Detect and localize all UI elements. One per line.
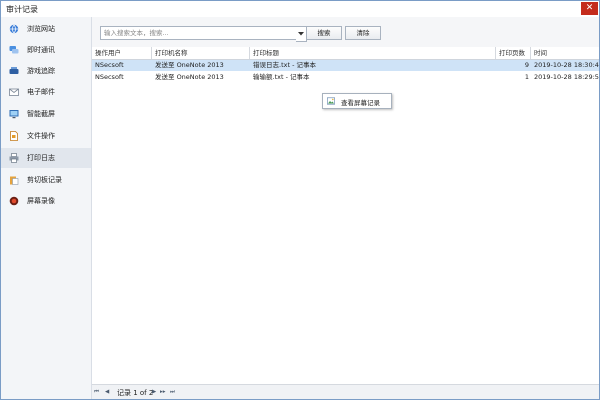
image-icon [327, 97, 335, 105]
record-position-label: 记录 1 of 2 [117, 389, 154, 397]
table-header: 操作用户 打印机名称 打印标题 打印页数 时间 [92, 47, 599, 60]
audit-window: 审计记录 ✕ 浏览网站 即时通讯 游戏追踪 电子邮件 智能截屏 文件操作 打印日… [0, 0, 600, 400]
cell-title: 错误日志.txt - 记事本 [253, 61, 316, 69]
clear-button[interactable]: 清除 [345, 26, 381, 40]
column-header-printer[interactable]: 打印机名称 [152, 47, 250, 59]
sidebar-item-label: 智能截屏 [27, 110, 55, 118]
game-icon [9, 67, 19, 74]
sidebar-item-file-operations[interactable]: 文件操作 [1, 126, 91, 146]
cell-user: NSecsoft [95, 73, 124, 81]
clipboard-icon [10, 176, 19, 185]
pagination-bar: ⏮ ◀ 记录 1 of 2 ▶ ▸▸ ⏭ [92, 384, 599, 399]
column-header-title[interactable]: 打印标题 [250, 47, 496, 59]
sidebar-item-smart-screenshot[interactable]: 智能截屏 [1, 104, 91, 124]
next-page-button[interactable]: ▸▸ [160, 389, 166, 395]
sidebar-item-label: 屏幕录像 [27, 197, 55, 205]
record-icon [9, 196, 19, 206]
sidebar-item-label: 文件操作 [27, 132, 55, 140]
table-row[interactable]: NSecsoft 发送至 OneNote 2013 错误日志.txt - 记事本… [92, 60, 599, 71]
sidebar: 浏览网站 即时通讯 游戏追踪 电子邮件 智能截屏 文件操作 打印日志 剪切板记录… [1, 17, 92, 399]
column-header-user[interactable]: 操作用户 [92, 47, 152, 59]
globe-icon [9, 24, 19, 34]
print-log-table: 操作用户 打印机名称 打印标题 打印页数 时间 NSecsoft 发送至 One… [92, 47, 599, 399]
sidebar-item-label: 游戏追踪 [27, 67, 55, 75]
context-menu-label: 查看屏幕记录 [341, 99, 380, 107]
sidebar-item-label: 电子邮件 [27, 88, 55, 96]
window-title: 审计记录 [6, 5, 38, 14]
file-icon [10, 131, 18, 141]
previous-record-button[interactable]: ◀ [105, 389, 109, 395]
sidebar-item-clipboard-records[interactable]: 剪切板记录 [1, 170, 91, 190]
cell-printer: 发送至 OneNote 2013 [155, 73, 224, 81]
next-record-button[interactable]: ▶ [152, 389, 156, 395]
cell-pages: 9 [524, 61, 529, 69]
sidebar-item-screen-recording[interactable]: 屏幕录像 [1, 191, 91, 211]
close-button[interactable]: ✕ [581, 2, 598, 15]
last-record-button[interactable]: ⏭ [170, 389, 175, 396]
cell-time: 2019-10-28 18:30:45 [534, 61, 599, 69]
mail-icon [9, 88, 19, 96]
screenshot-icon [9, 110, 19, 119]
sidebar-item-label: 浏览网站 [27, 25, 55, 33]
sidebar-item-print-log[interactable]: 打印日志 [1, 148, 91, 168]
printer-icon [9, 153, 19, 163]
cell-pages: 1 [524, 73, 529, 81]
column-header-pages[interactable]: 打印页数 [496, 47, 531, 59]
sidebar-item-label: 剪切板记录 [27, 176, 62, 184]
search-input[interactable]: 输入搜索文本，搜索... [100, 26, 301, 40]
search-button[interactable]: 搜索 [306, 26, 342, 40]
table-row[interactable]: NSecsoft 发送至 OneNote 2013 输输额.txt - 记事本 … [92, 72, 599, 83]
chevron-down-icon [298, 32, 304, 36]
sidebar-item-browse-web[interactable]: 浏览网站 [1, 19, 91, 39]
cell-time: 2019-10-28 18:29:50 [534, 73, 599, 81]
main-panel: 输入搜索文本，搜索... 搜索 清除 操作用户 打印机名称 打印标题 打印页数 … [92, 17, 599, 399]
title-bar: 审计记录 ✕ [1, 1, 599, 17]
sidebar-item-game-tracking[interactable]: 游戏追踪 [1, 61, 91, 81]
cell-title: 输输额.txt - 记事本 [253, 73, 310, 81]
sidebar-item-instant-messaging[interactable]: 即时通讯 [1, 40, 91, 60]
column-header-time[interactable]: 时间 [531, 47, 588, 59]
sidebar-item-label: 即时通讯 [27, 46, 55, 54]
search-toolbar: 输入搜索文本，搜索... 搜索 清除 [92, 17, 599, 48]
first-record-button[interactable]: ⏮ [94, 389, 99, 396]
sidebar-item-email[interactable]: 电子邮件 [1, 82, 91, 102]
cell-user: NSecsoft [95, 61, 124, 69]
cell-printer: 发送至 OneNote 2013 [155, 61, 224, 69]
context-menu: 查看屏幕记录 [322, 93, 392, 109]
sidebar-item-label: 打印日志 [27, 154, 55, 162]
chat-icon [9, 46, 19, 54]
